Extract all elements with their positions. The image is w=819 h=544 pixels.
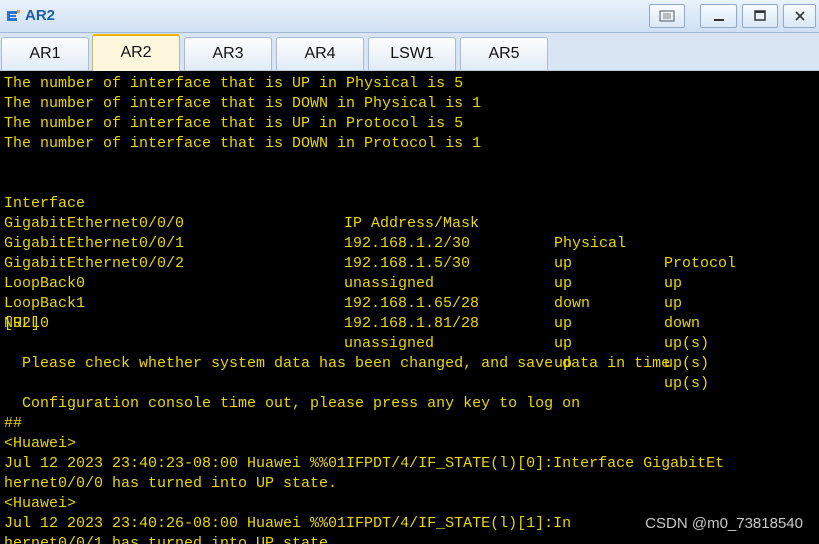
console-line: The number of interface that is UP in Pr… bbox=[4, 115, 464, 132]
console-line: The number of interface that is DOWN in … bbox=[4, 95, 482, 112]
cell-protocol: up bbox=[664, 275, 683, 292]
cell-ip: unassigned bbox=[344, 335, 435, 352]
log-line: Jul 12 2023 23:40:23-08:00 Huawei %%01IF… bbox=[4, 455, 725, 472]
minimize-button[interactable] bbox=[700, 4, 737, 28]
cell-protocol: up(s) bbox=[664, 355, 710, 372]
table-header-row: Interface IP Address/Mask Physical Proto… bbox=[4, 174, 736, 272]
cell-physical: up bbox=[554, 275, 573, 292]
header-protocol: Protocol bbox=[664, 255, 737, 272]
tab-lsw1[interactable]: LSW1 bbox=[368, 37, 456, 70]
ensp-app-icon bbox=[7, 10, 20, 21]
cell-ip: 192.168.1.2/30 bbox=[344, 235, 471, 252]
table-row: GigabitEthernet0/0/0 192.168.1.2/30 up u… bbox=[4, 194, 682, 292]
console-line: The number of interface that is UP in Ph… bbox=[4, 75, 464, 92]
log-line: Jul 12 2023 23:40:26-08:00 Huawei %%01IF… bbox=[4, 515, 572, 532]
tab-ar5[interactable]: AR5 bbox=[460, 37, 548, 70]
cell-protocol: up(s) bbox=[664, 375, 710, 392]
tab-ar1[interactable]: AR1 bbox=[1, 37, 89, 70]
cell-protocol: up(s) bbox=[664, 335, 710, 352]
console-line: ## bbox=[4, 415, 23, 432]
cell-physical: up bbox=[554, 315, 573, 332]
cell-protocol: down bbox=[664, 315, 701, 332]
table-row: GigabitEthernet0/0/2 unassigned down dow… bbox=[4, 234, 700, 332]
cell-physical: up bbox=[554, 335, 573, 352]
cell-protocol: up bbox=[664, 295, 683, 312]
cell-ip: unassigned bbox=[344, 275, 435, 292]
cli-prompt: [R2] bbox=[4, 315, 41, 332]
tab-ar3[interactable]: AR3 bbox=[184, 37, 272, 70]
table-row: LoopBack1 192.168.1.81/28 up up(s) bbox=[4, 274, 709, 372]
timeout-notice: Configuration console time out, please p… bbox=[4, 395, 581, 412]
header-physical: Physical bbox=[554, 235, 627, 252]
cell-ip: 192.168.1.5/30 bbox=[344, 255, 471, 272]
restore-button[interactable] bbox=[649, 4, 685, 28]
maximize-button[interactable] bbox=[742, 4, 778, 28]
log-line: hernet0/0/1 has turned into UP state. bbox=[4, 535, 338, 544]
close-icon bbox=[794, 11, 805, 21]
minimize-icon bbox=[713, 19, 724, 21]
maximize-icon bbox=[754, 10, 766, 21]
table-row: NULL0 unassigned up up(s) bbox=[4, 294, 709, 392]
close-button[interactable] bbox=[783, 4, 816, 28]
restore-icon bbox=[659, 10, 675, 22]
cli-prompt: <Huawei> bbox=[4, 435, 77, 452]
tab-ar2[interactable]: AR2 bbox=[92, 34, 180, 71]
header-ip: IP Address/Mask bbox=[344, 215, 480, 232]
title-bar: AR2 bbox=[0, 0, 819, 33]
table-row: LoopBack0 192.168.1.65/28 up up(s) bbox=[4, 254, 709, 352]
window-title: AR2 bbox=[25, 7, 56, 24]
save-notice: Please check whether system data has bee… bbox=[4, 355, 671, 372]
cell-physical: up bbox=[554, 255, 573, 272]
cell-ip: 192.168.1.65/28 bbox=[344, 295, 480, 312]
cell-ip: 192.168.1.81/28 bbox=[344, 315, 480, 332]
device-tab-bar: AR1 AR2 AR3 AR4 LSW1 AR5 bbox=[0, 33, 819, 71]
terminal-console[interactable]: The number of interface that is UP in Ph… bbox=[0, 71, 819, 544]
cell-physical: down bbox=[554, 295, 591, 312]
console-line: The number of interface that is DOWN in … bbox=[4, 135, 482, 152]
table-row: GigabitEthernet0/0/1 192.168.1.5/30 up u… bbox=[4, 214, 682, 312]
watermark: CSDN @m0_73818540 bbox=[645, 515, 803, 532]
cli-prompt: <Huawei> bbox=[4, 495, 77, 512]
tab-ar4[interactable]: AR4 bbox=[276, 37, 364, 70]
log-line: hernet0/0/0 has turned into UP state. bbox=[4, 475, 338, 492]
